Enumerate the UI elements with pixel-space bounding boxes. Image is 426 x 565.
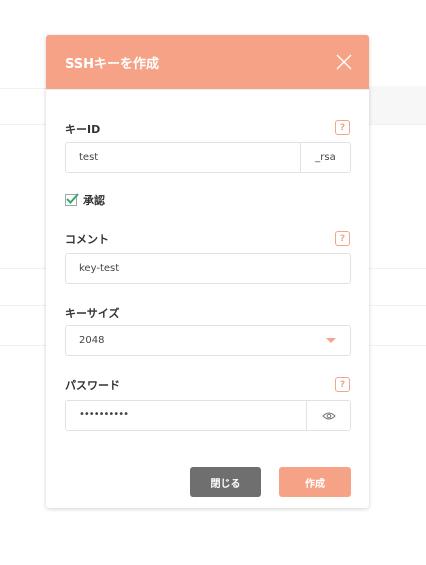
key-id-input[interactable]: test _rsa xyxy=(65,142,351,173)
create-ssh-key-dialog: SSHキーを作成 キーID ? test _rsa 承認 コメント ? key-… xyxy=(46,35,369,508)
eye-icon[interactable] xyxy=(306,401,350,430)
key-id-value: test xyxy=(79,152,99,163)
dropdown-caret-icon xyxy=(326,338,336,343)
comment-value: key-test xyxy=(79,263,120,274)
key-id-suffix: _rsa xyxy=(300,143,350,172)
key-id-label: キーID xyxy=(65,123,101,136)
password-value: •••••••••• xyxy=(79,409,129,420)
background-panel xyxy=(366,86,426,124)
key-id-help-icon[interactable]: ? xyxy=(335,120,350,135)
approve-checkbox-row[interactable]: 承認 xyxy=(65,192,105,208)
password-label: パスワード xyxy=(65,379,120,392)
comment-label: コメント xyxy=(65,233,109,246)
comment-input[interactable]: key-test xyxy=(65,253,351,284)
approve-checkbox[interactable] xyxy=(65,193,79,206)
close-icon[interactable] xyxy=(333,51,355,73)
dialog-header: SSHキーを作成 xyxy=(46,35,369,90)
password-help-icon[interactable]: ? xyxy=(335,377,350,392)
key-size-value: 2048 xyxy=(79,335,105,346)
comment-help-icon[interactable]: ? xyxy=(335,231,350,246)
create-button[interactable]: 作成 xyxy=(279,467,351,497)
close-button[interactable]: 閉じる xyxy=(190,467,261,497)
approve-label: 承認 xyxy=(83,194,105,207)
key-size-select[interactable]: 2048 xyxy=(65,325,351,356)
check-icon xyxy=(66,193,79,204)
password-input[interactable]: •••••••••• xyxy=(65,400,351,431)
dialog-title: SSHキーを作成 xyxy=(65,57,160,72)
key-size-label: キーサイズ xyxy=(65,307,120,320)
